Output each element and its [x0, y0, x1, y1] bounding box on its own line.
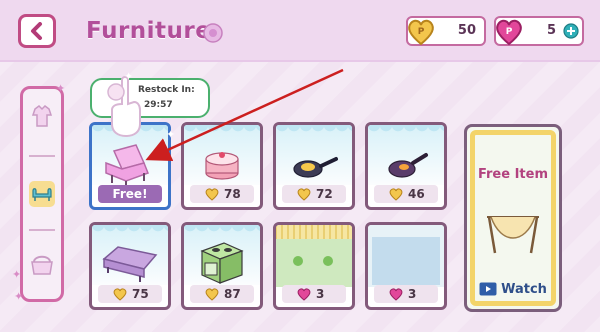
watch-ad-panel[interactable]: Free Item Watch [464, 124, 562, 312]
item-price: 3 [282, 285, 346, 303]
shop-item-wallpaper-green[interactable]: 3 [273, 222, 355, 310]
sparkle-decoration: ✦ [124, 70, 134, 83]
wallpaper-swatch-icon [276, 225, 352, 287]
clothing-category-icon[interactable] [27, 101, 57, 131]
coin-count: 50 [457, 23, 476, 38]
sparkle-decoration: ✦ [14, 290, 24, 303]
sidebar-divider [29, 229, 55, 231]
restock-time: 29:57 [144, 100, 173, 110]
shop-item-wallpaper-blue[interactable]: 3 [365, 222, 447, 310]
armchair-icon [105, 144, 149, 187]
wallpaper-swatch-icon [368, 225, 444, 287]
heart-gem-icon: P [496, 19, 522, 46]
play-video-icon [479, 282, 497, 296]
heart-gem-icon [297, 288, 311, 301]
sparkle-decoration: ✦ [56, 82, 66, 95]
heart-coin-icon [297, 188, 311, 201]
sofa-icon [102, 246, 158, 282]
shop-item-pan[interactable]: 46 [365, 122, 447, 210]
item-price-value: 46 [408, 187, 425, 201]
item-price: 46 [374, 185, 438, 203]
tutorial-hand-icon [107, 76, 141, 138]
pan-icon [388, 153, 428, 178]
item-price: 3 [374, 285, 438, 303]
heart-coin-icon [389, 188, 403, 201]
back-button[interactable] [18, 14, 56, 48]
heart-coin-icon [205, 188, 219, 201]
item-price-value: 87 [224, 287, 241, 301]
item-price: 87 [190, 285, 254, 303]
category-sidebar [20, 86, 64, 302]
hammock-icon [487, 216, 539, 254]
sparkle-decoration: ✦ [166, 128, 176, 141]
heart-gem-icon [389, 288, 403, 301]
watch-title: Free Item [477, 167, 549, 182]
item-price: 78 [190, 185, 254, 203]
item-price-value: 3 [408, 287, 417, 301]
shop-item-cake[interactable]: 78 [181, 122, 263, 210]
watch-button[interactable]: Watch [479, 279, 547, 299]
gem-count: 5 [546, 23, 556, 38]
chevron-left-icon [31, 22, 42, 40]
furniture-category-icon[interactable] [27, 179, 57, 209]
sidebar-divider [29, 155, 55, 157]
heart-coin-icon [205, 288, 219, 301]
flower-icon [203, 23, 223, 43]
item-price-value: 75 [132, 287, 149, 301]
bag-category-icon[interactable] [27, 249, 57, 279]
svg-text:P: P [506, 27, 513, 37]
shop-item-sofa[interactable]: 75 [89, 222, 171, 310]
item-price-value: 78 [224, 187, 241, 201]
page-title: Furniture [86, 18, 212, 44]
cake-icon [205, 152, 239, 180]
add-gems-icon[interactable] [563, 23, 579, 39]
shop-item-frying-pan[interactable]: 72 [273, 122, 355, 210]
heart-coin-icon [113, 288, 127, 301]
item-price-value: 3 [316, 287, 325, 301]
stove-icon [200, 242, 244, 284]
frying-pan-icon [293, 157, 338, 178]
gem-counter[interactable]: P 5 [494, 16, 584, 46]
item-price: 72 [282, 185, 346, 203]
item-price: 75 [98, 285, 162, 303]
item-price-value: 72 [316, 187, 333, 201]
shop-item-stove[interactable]: 87 [181, 222, 263, 310]
sparkle-decoration: ✦ [12, 268, 22, 281]
svg-text:P: P [418, 27, 425, 37]
coin-counter[interactable]: P 50 [406, 16, 486, 46]
heart-coin-icon: P [408, 19, 434, 46]
item-price-free: Free! [98, 185, 162, 203]
watch-button-label: Watch [501, 281, 547, 297]
